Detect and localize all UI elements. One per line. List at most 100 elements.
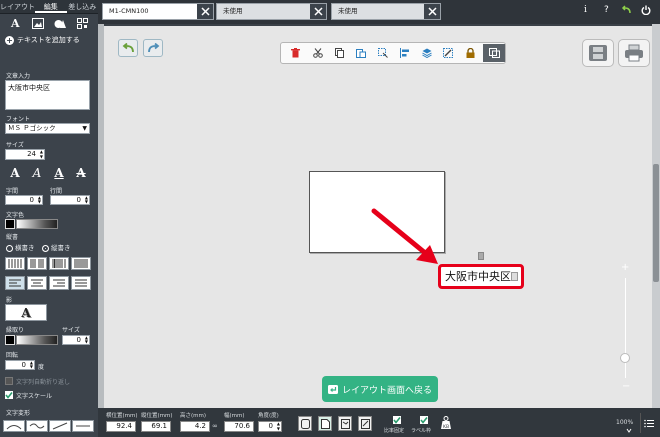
distribute-buttons — [5, 257, 91, 270]
list-menu-icon[interactable] — [640, 413, 656, 433]
text-input[interactable]: 大阪市中央区 — [5, 80, 90, 110]
tab-layout[interactable]: レイアウト — [0, 0, 35, 13]
info-icon[interactable]: i — [584, 5, 587, 15]
copy-icon[interactable] — [329, 44, 351, 62]
auto-wrap-checkbox[interactable] — [5, 377, 13, 385]
shadow-label: 影 — [6, 297, 13, 304]
layout-mode-4-icon[interactable] — [358, 416, 372, 431]
layout-mode-1-icon[interactable] — [298, 416, 312, 431]
layout-mode-2-icon[interactable] — [318, 416, 332, 431]
y-position-field[interactable]: 69.1 — [141, 421, 171, 432]
text-color-gradient[interactable] — [16, 219, 58, 229]
underline-a-icon[interactable]: A — [49, 165, 69, 181]
align-left-icon[interactable] — [5, 276, 25, 290]
tab-merge[interactable]: 差し込み — [67, 0, 99, 13]
text-color-swatch[interactable] — [5, 219, 15, 229]
undo-button[interactable] — [118, 39, 138, 57]
warp-arch-icon[interactable] — [3, 420, 25, 432]
document-tab-strip: M1-CMN100 未使用 未使用 i ? — [98, 0, 660, 24]
outline-size-stepper[interactable]: 0 ▲ ▼ — [62, 335, 90, 345]
stepper-arrows-icon: ▲ ▼ — [37, 195, 41, 204]
doc-tab-1[interactable]: M1-CMN100 — [102, 3, 214, 20]
trash-icon[interactable] — [285, 44, 307, 62]
direction-vertical-radio[interactable]: 縦書き — [42, 242, 71, 252]
power-icon[interactable] — [641, 5, 651, 18]
selected-text-object[interactable]: 大阪市中央区 — [438, 264, 524, 289]
paste-icon[interactable] — [350, 44, 372, 62]
char-spacing-stepper[interactable]: 0 ▲ ▼ — [5, 195, 43, 205]
warp-flat-icon[interactable] — [72, 420, 94, 432]
outline-color-gradient[interactable] — [16, 335, 58, 345]
edit-path-icon[interactable] — [438, 44, 460, 62]
width-label: 幅(mm) — [224, 413, 245, 419]
stepper-arrows-icon: ▲ ▼ — [29, 360, 33, 369]
shape-tool-icon[interactable] — [53, 16, 67, 30]
label-frame-checkbox[interactable] — [420, 416, 428, 424]
lock-icon[interactable] — [459, 44, 481, 62]
size-stepper[interactable]: 24 ▲ ▼ — [5, 149, 45, 160]
line-spacing-stepper[interactable]: 0 ▲ ▼ — [50, 195, 90, 205]
doc-tab-2[interactable]: 未使用 — [216, 3, 327, 20]
distribute-3-icon[interactable] — [49, 257, 69, 270]
vertical-scrollbar[interactable] — [652, 24, 660, 410]
barcode-tool-icon[interactable] — [76, 16, 90, 30]
zoom-in-icon[interactable]: + — [621, 262, 629, 273]
design-canvas[interactable]: 大阪市中央区 + − レイアウト画面へ戻る — [104, 26, 652, 408]
zoom-slider[interactable]: + − — [620, 262, 632, 394]
save-button[interactable] — [582, 39, 614, 67]
italic-a-icon[interactable]: A — [27, 165, 47, 181]
align-objects-icon[interactable] — [394, 44, 416, 62]
align-center-icon[interactable] — [27, 276, 47, 290]
resize-handle[interactable] — [511, 272, 518, 281]
fix-ratio-checkbox[interactable] — [393, 416, 401, 424]
align-justify-icon[interactable] — [71, 276, 91, 290]
distribute-4-icon[interactable] — [71, 257, 91, 270]
direction-horizontal-radio[interactable]: 横書き — [6, 242, 35, 252]
align-right-icon[interactable] — [49, 276, 69, 290]
add-text-button[interactable]: + テキストを追加する — [0, 33, 98, 47]
help-icon[interactable]: ? — [604, 5, 609, 15]
tab-edit[interactable]: 編集 — [35, 0, 67, 13]
doc-tab-3[interactable]: 未使用 — [331, 3, 441, 20]
shadow-a-icon[interactable]: A — [5, 304, 47, 321]
scissors-icon[interactable] — [307, 44, 329, 62]
distribute-2-icon[interactable] — [27, 257, 47, 270]
zoom-thumb[interactable] — [620, 353, 630, 363]
layout-mode-3-icon[interactable] — [338, 416, 352, 431]
image-tool-icon[interactable] — [31, 16, 45, 30]
print-button[interactable] — [618, 39, 650, 67]
warp-rise-icon[interactable] — [49, 420, 71, 432]
outline-color-swatch[interactable] — [5, 335, 15, 345]
strike-a-icon[interactable]: A — [71, 165, 91, 181]
stepper-arrows-icon: ▲ ▼ — [84, 335, 88, 344]
x-position-field[interactable]: 92.4 — [106, 421, 136, 432]
link-icon[interactable]: ∞ — [212, 422, 218, 430]
layers-icon[interactable] — [416, 44, 438, 62]
redo-button[interactable] — [143, 39, 163, 57]
text-tool-icon[interactable]: A — [8, 16, 22, 30]
rotate-stepper[interactable]: 0 ▲ ▼ — [5, 360, 35, 370]
height-field[interactable]: 4.2 — [180, 421, 210, 432]
bold-a-icon[interactable]: A — [5, 165, 25, 181]
auto-wrap-label: 文字列自動折り返し — [16, 379, 71, 386]
text-scale-checkbox[interactable] — [5, 391, 13, 399]
warp-wave-icon[interactable] — [26, 420, 48, 432]
rotate-handle[interactable] — [478, 252, 484, 260]
angle-field[interactable]: 0 ▲ ▼ — [258, 421, 282, 432]
weight-icon[interactable]: KB — [440, 416, 452, 432]
zoom-caret-icon[interactable] — [626, 428, 632, 434]
text-input-label: 文章入力 — [6, 73, 31, 80]
undo-arrow-icon[interactable] — [621, 5, 632, 18]
group-icon[interactable] — [483, 44, 505, 62]
close-icon[interactable] — [197, 4, 213, 19]
scroll-thumb[interactable] — [653, 164, 659, 282]
width-field[interactable]: 70.6 — [224, 421, 254, 432]
zoom-out-icon[interactable]: − — [622, 381, 630, 392]
text-warp-buttons — [3, 420, 94, 432]
font-select[interactable]: ＭＳ Ｐゴシック ▼ — [5, 123, 90, 134]
distribute-1-icon[interactable] — [5, 257, 25, 270]
select-icon[interactable] — [372, 44, 394, 62]
close-icon[interactable] — [424, 4, 440, 19]
back-to-layout-button[interactable]: レイアウト画面へ戻る — [322, 376, 438, 402]
close-icon[interactable] — [310, 4, 326, 19]
